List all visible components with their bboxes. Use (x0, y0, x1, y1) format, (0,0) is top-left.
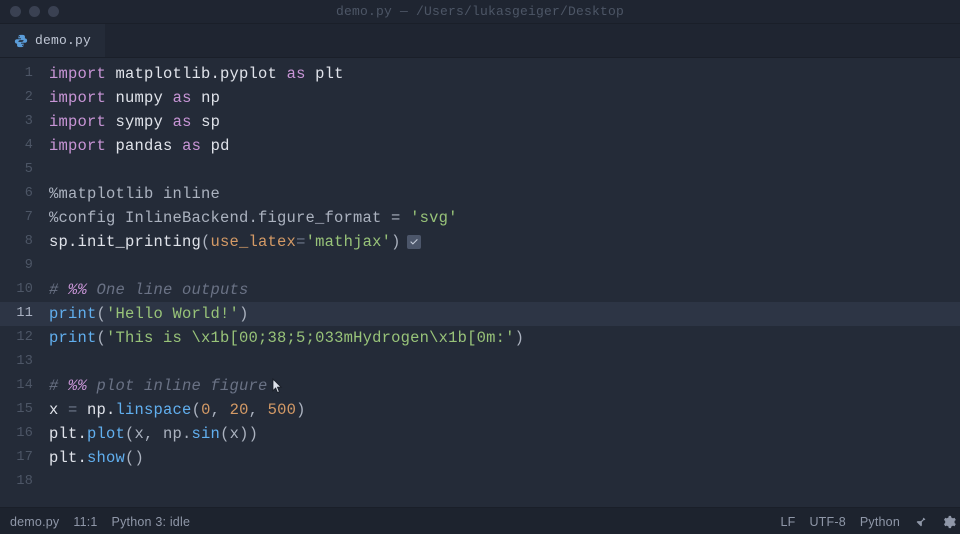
line-number: 9 (0, 254, 43, 278)
status-encoding[interactable]: UTF-8 (809, 515, 845, 529)
code-line[interactable] (43, 470, 960, 494)
line-number-gutter: 123456789101112131415161718 (0, 58, 43, 507)
code-area[interactable]: import matplotlib.pyplot as pltimport nu… (43, 58, 960, 507)
tab-label: demo.py (35, 33, 91, 48)
line-number: 10 (0, 278, 43, 302)
status-filename[interactable]: demo.py (10, 515, 59, 529)
line-number: 6 (0, 182, 43, 206)
code-line[interactable]: import matplotlib.pyplot as plt (43, 62, 960, 86)
close-icon[interactable] (10, 6, 21, 17)
line-number: 13 (0, 350, 43, 374)
cell-executed-check-icon (407, 235, 421, 249)
code-line[interactable]: import sympy as sp (43, 110, 960, 134)
line-number: 8 (0, 230, 43, 254)
code-line[interactable]: plt.plot(x, np.sin(x)) (43, 422, 960, 446)
window-title: demo.py — /Users/lukasgeiger/Desktop (0, 4, 960, 19)
code-line[interactable]: # %% plot inline figure (43, 374, 960, 398)
pin-icon[interactable] (914, 515, 928, 529)
line-number: 17 (0, 446, 43, 470)
window-controls[interactable] (10, 6, 59, 17)
line-number: 12 (0, 326, 43, 350)
status-line-ending[interactable]: LF (780, 515, 795, 529)
code-line[interactable]: x = np.linspace(0, 20, 500) (43, 398, 960, 422)
code-line[interactable]: plt.show() (43, 446, 960, 470)
code-editor[interactable]: 123456789101112131415161718 import matpl… (0, 58, 960, 507)
code-line[interactable]: import pandas as pd (43, 134, 960, 158)
code-line[interactable] (43, 158, 960, 182)
line-number: 18 (0, 470, 43, 494)
line-number: 3 (0, 110, 43, 134)
line-number: 16 (0, 422, 43, 446)
python-file-icon (14, 34, 28, 48)
status-bar: demo.py 11:1 Python 3: idle LF UTF-8 Pyt… (0, 507, 960, 534)
gear-icon[interactable] (942, 515, 956, 529)
code-line[interactable]: %config InlineBackend.figure_format = 's… (43, 206, 960, 230)
line-number: 7 (0, 206, 43, 230)
line-number: 1 (0, 62, 43, 86)
status-language[interactable]: Python (860, 515, 900, 529)
zoom-icon[interactable] (48, 6, 59, 17)
line-number: 15 (0, 398, 43, 422)
line-number: 14 (0, 374, 43, 398)
status-kernel[interactable]: Python 3: idle (112, 515, 191, 529)
line-number: 5 (0, 158, 43, 182)
code-line[interactable] (43, 254, 960, 278)
code-line[interactable] (43, 350, 960, 374)
line-number: 4 (0, 134, 43, 158)
title-bar: demo.py — /Users/lukasgeiger/Desktop (0, 0, 960, 24)
code-line[interactable]: %matplotlib inline (43, 182, 960, 206)
code-line[interactable]: print('Hello World!') (43, 302, 960, 326)
minimize-icon[interactable] (29, 6, 40, 17)
code-line[interactable]: import numpy as np (43, 86, 960, 110)
status-cursor-position[interactable]: 11:1 (73, 515, 97, 529)
code-line[interactable]: print('This is \x1b[00;38;5;033mHydrogen… (43, 326, 960, 350)
line-number: 11 (0, 302, 43, 326)
line-number: 2 (0, 86, 43, 110)
tab-demo-py[interactable]: demo.py (0, 24, 105, 57)
tab-bar: demo.py (0, 24, 960, 58)
code-line[interactable]: # %% One line outputs (43, 278, 960, 302)
mouse-cursor-icon (272, 378, 283, 394)
code-line[interactable]: sp.init_printing(use_latex='mathjax') (43, 230, 960, 254)
